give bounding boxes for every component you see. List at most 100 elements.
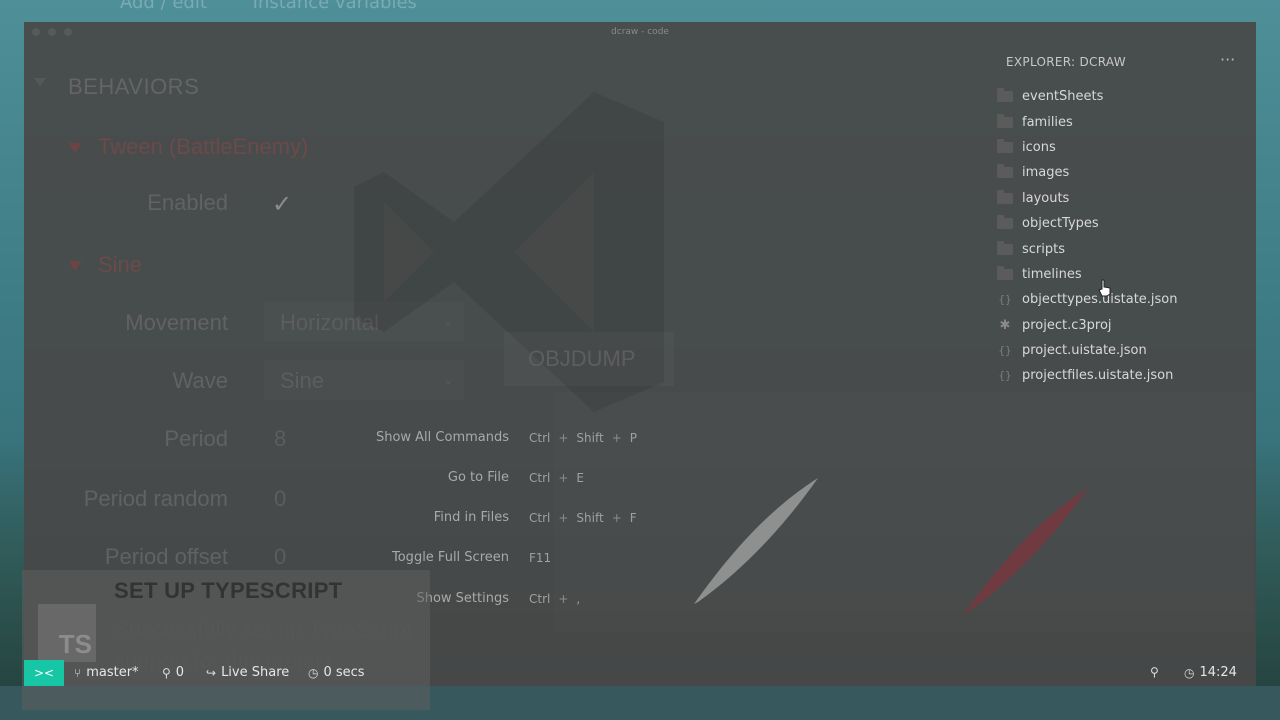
folder-images[interactable]: images	[994, 160, 1256, 185]
git-branch-item[interactable]: ⑂ master*	[74, 665, 139, 680]
json-file-icon: {}	[998, 293, 1012, 307]
key-cap: F	[629, 511, 637, 525]
key-cap: ,	[576, 592, 581, 606]
period-value[interactable]: 8	[274, 426, 286, 452]
file-projectfiles-uistate[interactable]: {} projectfiles.uistate.json	[994, 363, 1256, 388]
ellipsis-icon[interactable]: ···	[1220, 50, 1235, 69]
timer-item[interactable]: ◷ 0 secs	[308, 665, 365, 680]
folder-icon	[996, 189, 1014, 204]
key-cap: Ctrl	[529, 431, 551, 445]
folder-icon	[996, 113, 1014, 128]
git-branch-icon: ⑂	[74, 665, 82, 680]
file-project-uistate[interactable]: {} project.uistate.json	[994, 338, 1256, 363]
json-file-icon: {}	[998, 344, 1012, 358]
period-offset-value[interactable]: 0	[274, 544, 286, 570]
command-keys: Ctrl +,	[529, 592, 581, 606]
tree-item-label: eventSheets	[1022, 89, 1104, 105]
command-keys: Ctrl + Shift + P	[529, 431, 638, 445]
background-instance-variables-label: Instance variables	[252, 0, 417, 13]
history-icon: ◷	[308, 665, 319, 680]
location-pin-icon: ⚲	[1150, 665, 1159, 679]
editor-ghost-region	[554, 392, 1254, 632]
folder-icons[interactable]: icons	[994, 135, 1256, 160]
git-branch-label: master*	[86, 665, 139, 680]
white-brush-stroke-icon	[694, 478, 818, 604]
file-project-c3proj[interactable]: ✱ project.c3proj	[994, 313, 1256, 338]
tree-item-label: projectfiles.uistate.json	[1022, 368, 1174, 384]
period-random-value[interactable]: 0	[274, 486, 286, 512]
typescript-notification[interactable]: TS SET UP TYPESCRIPT Successfully set up…	[22, 570, 430, 710]
tree-item-label: icons	[1022, 139, 1056, 155]
folder-icon	[996, 240, 1014, 255]
command-keys: Ctrl + Shift + F	[529, 511, 637, 525]
command-keys: Ctrl + E	[529, 471, 585, 485]
tree-item-label: timelines	[1022, 266, 1082, 282]
tree-item-label: project.uistate.json	[1022, 343, 1147, 359]
typescript-logo-text: TS	[58, 629, 92, 659]
period-random-label: Period random	[83, 486, 228, 511]
command-name: Show All Commands	[375, 430, 509, 445]
wave-value: Sine	[280, 368, 325, 393]
red-brush-stroke-icon	[964, 488, 1088, 614]
folder-objecttypes[interactable]: objectTypes	[994, 211, 1256, 236]
ports-count: 0	[175, 665, 185, 680]
key-cap: Shift	[576, 431, 604, 445]
objdump-label: OBJDUMP	[528, 346, 636, 371]
pin-icon	[34, 78, 46, 88]
background-add-edit-label: Add / edit	[120, 0, 207, 13]
folder-families[interactable]: families	[994, 109, 1256, 134]
clock-label: 14:24	[1199, 665, 1237, 680]
enabled-checkbox[interactable]: ✓	[272, 190, 296, 218]
folder-timelines[interactable]: timelines	[994, 262, 1256, 287]
remote-icon: ><	[33, 666, 55, 680]
explorer-tree: eventSheets families icons images layout…	[994, 84, 1256, 389]
command-name: Toggle Full Screen	[392, 550, 509, 565]
clock-item[interactable]: ◷ 14:24	[1184, 665, 1237, 680]
command-name: Find in Files	[433, 510, 509, 525]
command-name: Go to File	[447, 470, 509, 485]
tree-item-label: layouts	[1022, 190, 1070, 206]
file-objecttypes-uistate[interactable]: {} objecttypes.uistate.json	[994, 287, 1256, 312]
tree-item-label: families	[1022, 114, 1073, 130]
tree-item-label: project.c3proj	[1022, 317, 1112, 333]
movement-label: Movement	[125, 310, 228, 335]
sine-behavior-label: Sine	[98, 252, 143, 277]
tween-behavior-header[interactable]: Tween (BattleEnemy)	[68, 134, 308, 160]
key-cap: F11	[529, 551, 552, 565]
key-cap: Ctrl	[529, 511, 551, 525]
folder-icon	[996, 164, 1014, 179]
command-keys: F11	[529, 551, 551, 565]
ports-item[interactable]: ⚲ 0	[162, 665, 184, 680]
folder-layouts[interactable]: layouts	[994, 186, 1256, 211]
sine-behavior-header[interactable]: Sine	[68, 252, 142, 278]
period-label: Period	[164, 426, 228, 451]
folder-scripts[interactable]: scripts	[994, 236, 1256, 261]
folder-icon	[996, 215, 1014, 230]
tree-item-label: scripts	[1022, 241, 1065, 257]
remote-window-button[interactable]: ><	[24, 660, 64, 686]
enabled-label: Enabled	[147, 190, 228, 215]
notification-title: SET UP TYPESCRIPT	[114, 578, 343, 603]
key-cap: Ctrl	[529, 592, 551, 606]
explorer-header: EXPLORER: DCRAW	[1006, 55, 1126, 69]
typescript-logo-icon: TS	[38, 604, 96, 662]
tree-item-label: objectTypes	[1022, 216, 1099, 232]
key-cap: P	[629, 431, 638, 445]
hand-cursor-icon	[1098, 279, 1111, 297]
tree-item-label: images	[1022, 165, 1070, 181]
live-share-item[interactable]: ↪ Live Share	[206, 665, 289, 680]
folder-icon	[996, 265, 1014, 280]
timer-label: 0 secs	[323, 665, 365, 680]
folder-eventsheets[interactable]: eventSheets	[994, 84, 1256, 109]
objdump-box: OBJDUMP	[504, 332, 674, 386]
config-file-icon: ✱	[999, 317, 1011, 333]
clock-icon: ◷	[1184, 665, 1195, 680]
key-cap: Shift	[576, 511, 604, 525]
wave-label: Wave	[172, 368, 228, 393]
live-share-icon: ↪	[206, 665, 217, 680]
collapse-triangle-icon	[68, 143, 82, 154]
pin-status-item[interactable]: ⚲	[1150, 665, 1159, 679]
window-title: dcraw - code	[611, 27, 669, 37]
folder-icon	[996, 88, 1014, 103]
command-name: Show Settings	[416, 591, 509, 606]
